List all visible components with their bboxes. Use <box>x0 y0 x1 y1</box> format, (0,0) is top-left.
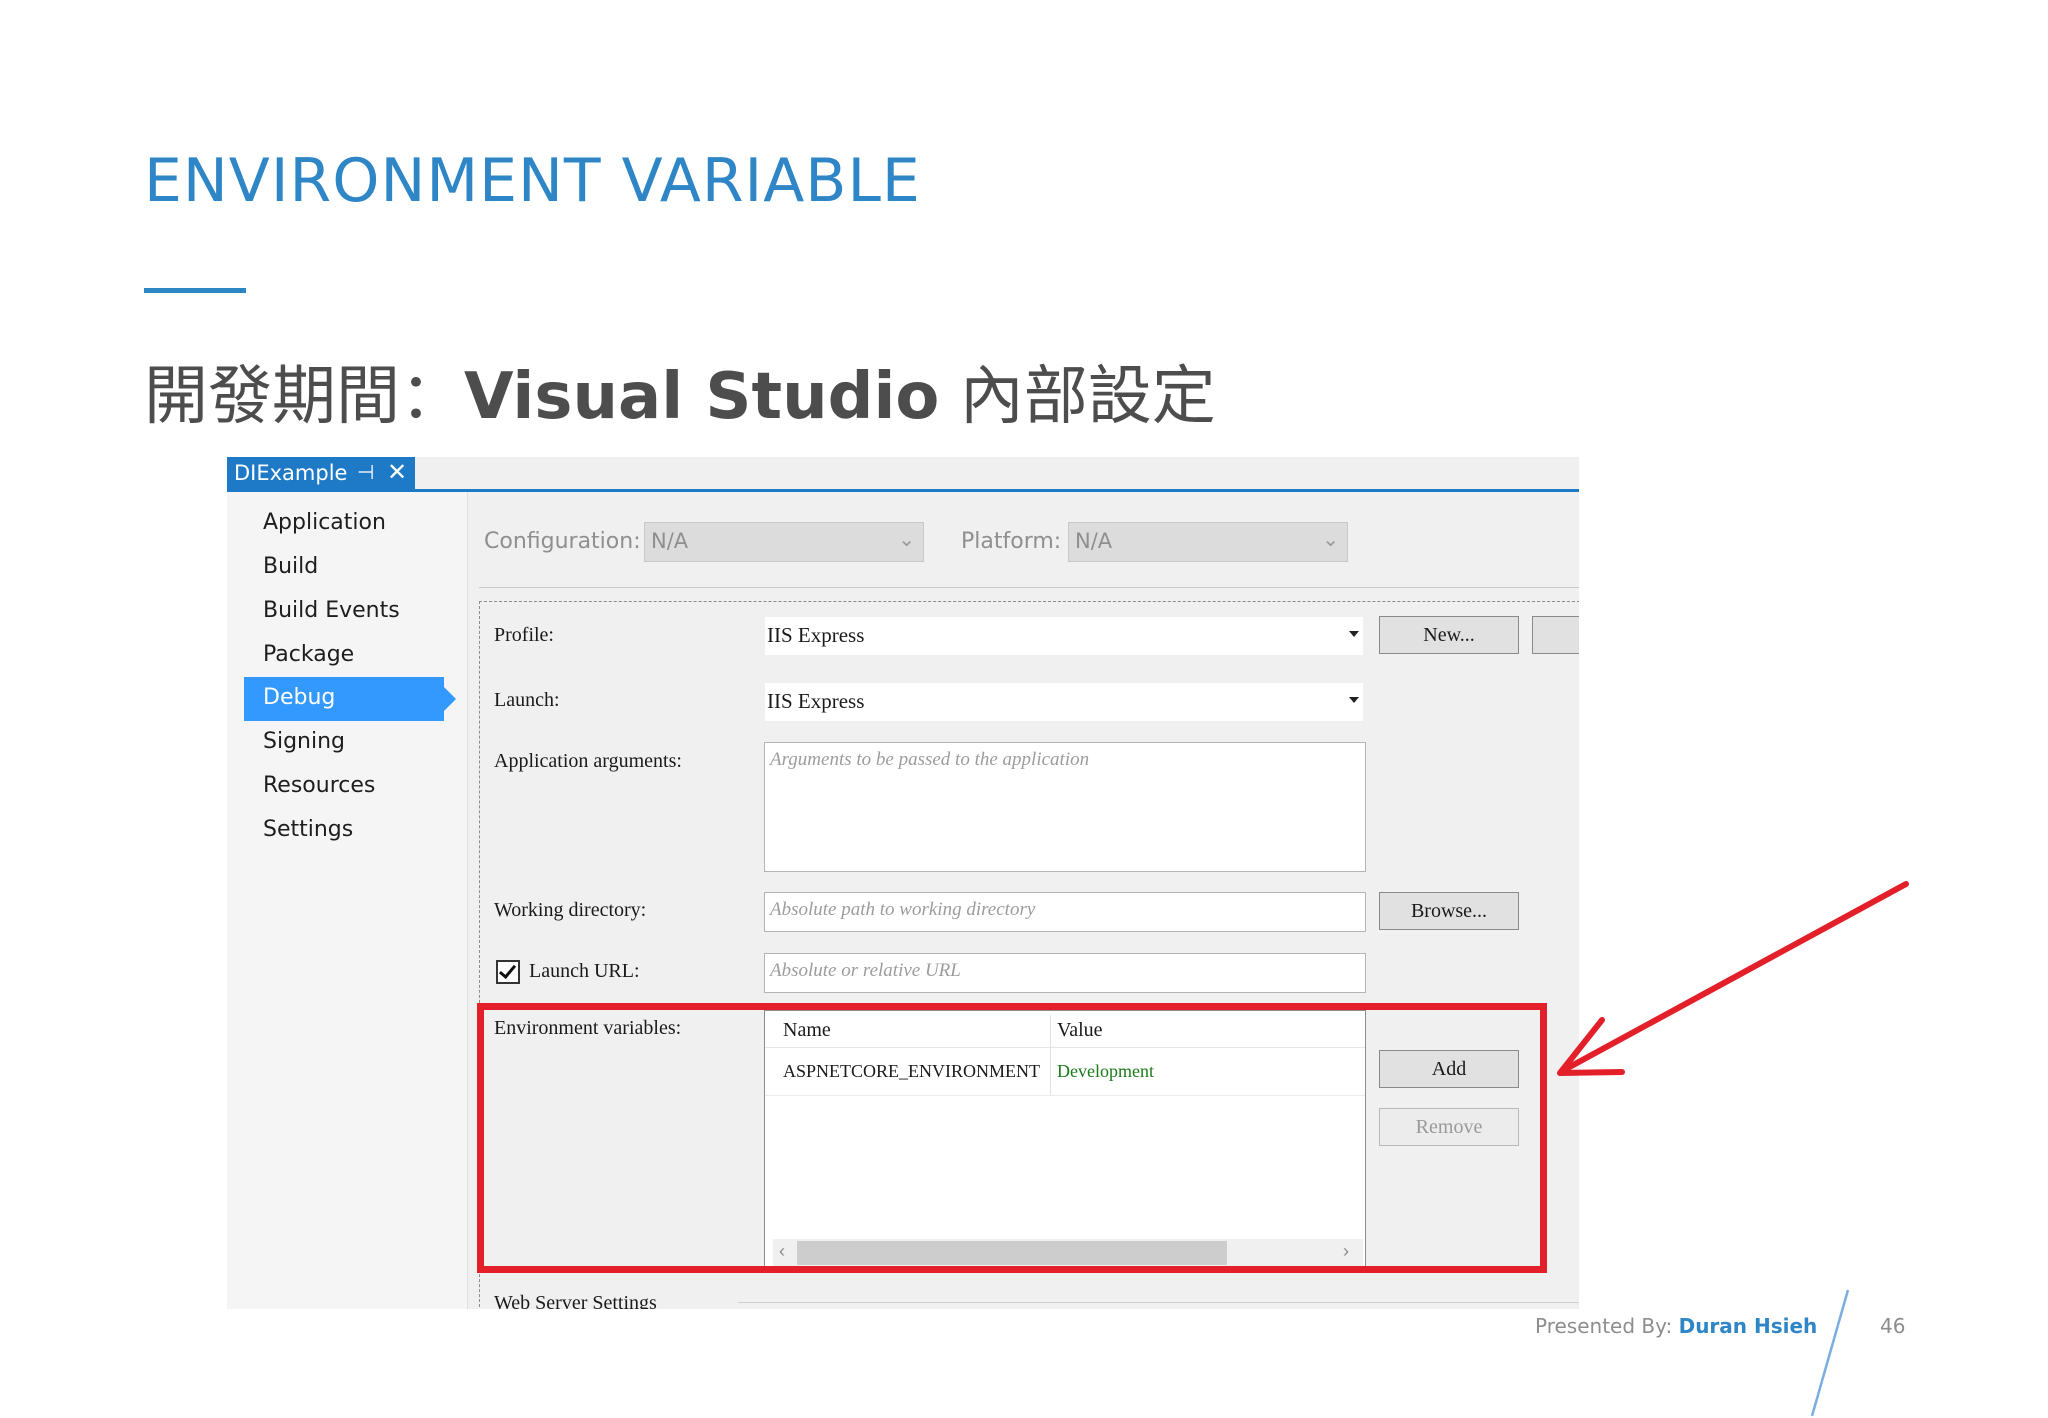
subtitle-prefix: 開發期間： <box>144 360 464 434</box>
web-server-settings-label: Web Server Settings <box>494 1292 657 1309</box>
arrow-shaft <box>1561 881 1909 1073</box>
document-tab-bar <box>227 457 1579 490</box>
next-profile-button-clipped[interactable] <box>1532 616 1579 654</box>
app-args-input[interactable]: Arguments to be passed to the applicatio… <box>764 742 1366 872</box>
working-dir-input[interactable]: Absolute path to working directory <box>764 892 1366 932</box>
nav-item-signing[interactable]: Signing <box>244 721 444 765</box>
chevron-down-icon: ⌄ <box>1322 527 1339 551</box>
chevron-down-icon: ⌄ <box>898 527 915 551</box>
nav-item-debug[interactable]: Debug <box>244 677 456 721</box>
page-number: 46 <box>1880 1314 1906 1338</box>
nav-item-build-events[interactable]: Build Events <box>244 590 444 634</box>
close-icon[interactable]: ✕ <box>387 458 407 486</box>
nav-item-package[interactable]: Package <box>244 634 444 678</box>
configuration-select[interactable]: N/A ⌄ <box>644 522 924 562</box>
launch-url-checkbox[interactable] <box>496 960 520 984</box>
launch-combo[interactable]: IIS Express <box>764 682 1364 722</box>
footer-slash-line <box>1810 1289 1850 1417</box>
dropdown-arrow-icon <box>1349 697 1359 703</box>
profile-combo[interactable]: IIS Express <box>764 616 1364 656</box>
launch-value: IIS Express <box>767 689 865 713</box>
launch-url-placeholder: Absolute or relative URL <box>770 960 961 981</box>
configuration-value: N/A <box>651 529 689 553</box>
slide-subtitle: 開發期間：Visual Studio 內部設定 <box>144 345 1216 437</box>
presenter-name: Duran Hsieh <box>1678 1314 1818 1338</box>
profile-value: IIS Express <box>767 623 865 647</box>
nav-item-label: Debug <box>263 685 336 710</box>
nav-item-label: Settings <box>263 817 354 842</box>
launch-url-label: Launch URL: <box>529 960 640 982</box>
app-args-placeholder: Arguments to be passed to the applicatio… <box>770 749 1090 770</box>
subtitle-suffix: 內部設定 <box>939 360 1216 434</box>
nav-item-resources[interactable]: Resources <box>244 765 444 809</box>
slide-title: ENVIRONMENT VARIABLE <box>144 146 921 216</box>
launch-url-input[interactable]: Absolute or relative URL <box>764 953 1366 993</box>
configuration-label: Configuration: <box>484 529 641 554</box>
browse-button[interactable]: Browse... <box>1379 892 1519 930</box>
footer-presented-by: Presented By: Duran Hsieh <box>1535 1314 1817 1338</box>
nav-item-label: Signing <box>263 729 346 754</box>
profile-label: Profile: <box>494 624 554 646</box>
nav-item-build[interactable]: Build <box>244 546 444 590</box>
dropdown-arrow-icon <box>1349 631 1359 637</box>
new-profile-button[interactable]: New... <box>1379 616 1519 654</box>
nav-item-label: Build Events <box>263 598 400 623</box>
presented-by-label: Presented By: <box>1535 1314 1679 1338</box>
section-divider <box>738 1302 1579 1303</box>
working-dir-placeholder: Absolute path to working directory <box>770 899 1036 920</box>
footer-slash-decoration <box>1810 1289 1850 1417</box>
title-underline <box>144 288 246 293</box>
platform-value: N/A <box>1075 529 1113 553</box>
properties-nav: Application Build Build Events Package D… <box>227 492 468 1309</box>
platform-label: Platform: <box>961 529 1062 554</box>
launch-label: Launch: <box>494 689 560 711</box>
working-dir-label: Working directory: <box>494 899 647 921</box>
config-divider <box>479 587 1579 588</box>
nav-item-settings[interactable]: Settings <box>244 809 444 853</box>
nav-item-label: Package <box>263 642 355 667</box>
highlight-arrow <box>1557 881 1909 1076</box>
tab-diexample[interactable]: DIExample ⊣ ✕ <box>227 457 415 490</box>
subtitle-bold: Visual Studio <box>464 360 940 434</box>
tab-title: DIExample <box>234 461 348 485</box>
nav-item-application[interactable]: Application <box>244 502 444 546</box>
platform-select[interactable]: N/A ⌄ <box>1068 522 1348 562</box>
highlight-box <box>477 1003 1547 1273</box>
nav-item-label: Resources <box>263 773 376 798</box>
nav-item-label: Build <box>263 554 319 579</box>
app-args-label: Application arguments: <box>494 750 682 772</box>
nav-item-label: Application <box>263 510 386 535</box>
pin-icon[interactable]: ⊣ <box>357 460 374 484</box>
